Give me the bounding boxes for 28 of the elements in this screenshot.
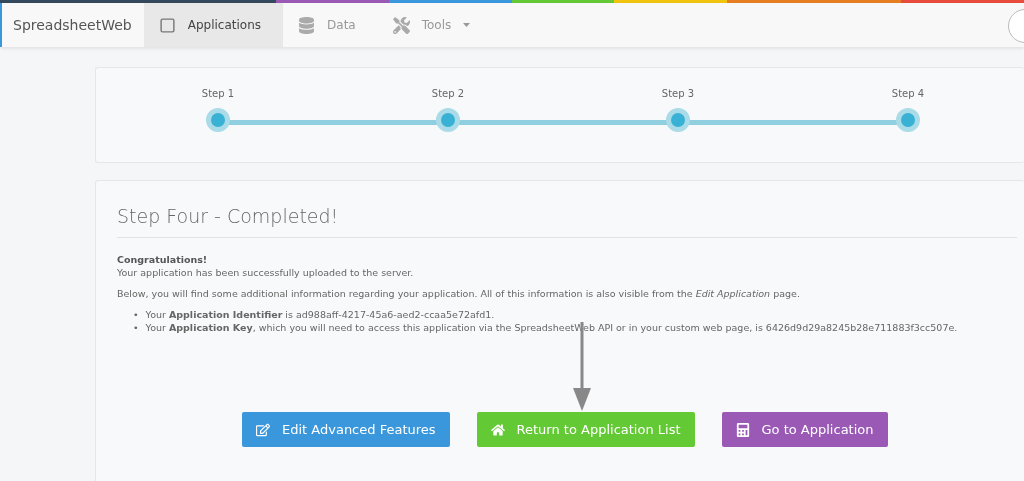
step-title: Step Four - Completed! [117, 205, 1017, 238]
step-dot [436, 108, 460, 132]
nav-tab[interactable]: Tools [377, 3, 493, 47]
action-button[interactable]: Go to Application [721, 412, 888, 447]
nav-tab[interactable]: Applications [143, 3, 284, 47]
step-label: Step 4 [891, 88, 925, 99]
step-dot [666, 108, 690, 132]
action-button[interactable]: Return to Application List [476, 412, 695, 447]
action-button[interactable]: Edit Advanced Features [242, 412, 450, 447]
step-label: Step 2 [431, 88, 465, 99]
info-text: Below, you will find some additional information regarding your application. All of this information is also visible from the Edit Application page. [117, 287, 801, 300]
brand-name[interactable]: SpreadsheetWeb [2, 3, 144, 47]
home-icon [490, 422, 505, 437]
step-label: Step 3 [661, 88, 695, 99]
calculator-icon [735, 422, 750, 437]
database-icon [298, 16, 316, 34]
bullet-marker: • [133, 308, 139, 321]
info-text: Your application has been successfully uploaded to the server. [117, 266, 415, 279]
step-dot [206, 108, 230, 132]
tools-icon [392, 16, 410, 34]
window-icon [158, 16, 176, 34]
bullet-marker: • [133, 321, 139, 334]
nav-tab[interactable]: Data [283, 3, 378, 47]
edit-icon [256, 422, 270, 437]
congratulations-heading: Congratulations! [117, 253, 209, 266]
step-dot [896, 108, 920, 132]
info-bullet: Your Application Identifier is ad988aff-4217-45a6-aed2-ccaa5e72afd1. [145, 308, 495, 321]
step-label: Step 1 [201, 88, 235, 99]
